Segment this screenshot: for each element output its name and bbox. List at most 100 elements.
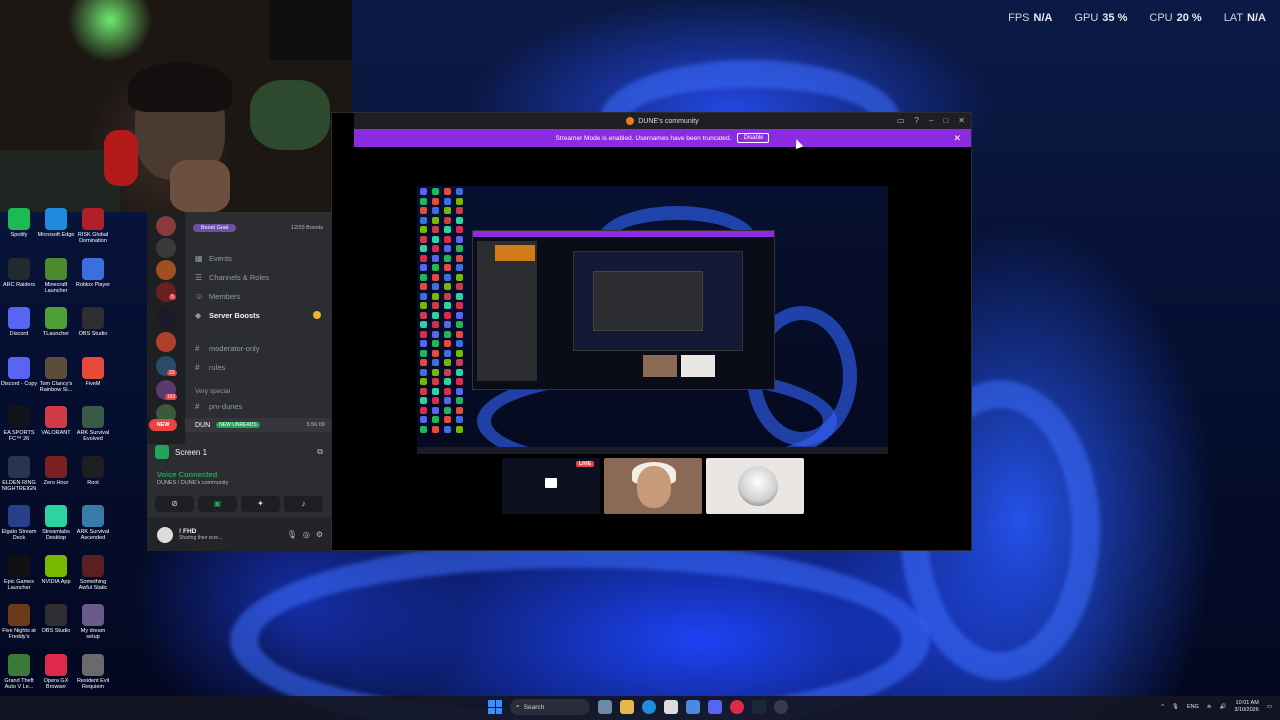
store-icon[interactable] (664, 700, 678, 714)
desktop-icon[interactable]: Epic Games Launcher (0, 554, 38, 592)
app-icon (45, 406, 67, 428)
desktop-icon[interactable]: VALORANT (37, 406, 75, 436)
desktop-icon[interactable]: FiveM (74, 356, 112, 387)
participant-tile[interactable] (604, 458, 702, 514)
start-button[interactable] (488, 700, 502, 714)
chevron-up-icon[interactable]: ^ (1161, 704, 1164, 710)
sidebar-item-server-boosts[interactable]: ◆ Server Boosts (195, 311, 260, 320)
microphone-icon[interactable]: 🎙 (287, 530, 297, 539)
participant-tile[interactable] (706, 458, 804, 514)
headphones-icon[interactable]: ◎ (303, 530, 310, 539)
clock[interactable]: 10:01 AM 3/10/2026 (1234, 700, 1258, 713)
desktop-icon[interactable]: TLauncher (37, 307, 75, 337)
stream-desktop-icon (444, 207, 451, 214)
disable-button[interactable]: Disable (737, 133, 770, 143)
server-icon[interactable] (156, 238, 176, 258)
desktop-icon[interactable]: NVIDIA App (37, 554, 75, 585)
stream-tile[interactable]: LIVE (502, 458, 600, 514)
server-icon[interactable] (156, 260, 176, 280)
screen-share-row[interactable]: Screen 1 ⧉ (155, 444, 323, 460)
desktop-icon[interactable]: Streamlabs Desktop (37, 505, 75, 542)
channel-rules[interactable]: # rules (195, 363, 225, 372)
app-icon (45, 257, 67, 280)
desktop-icon[interactable]: OBS Studio (74, 307, 112, 337)
sidebar-item-events[interactable]: ▦ Events (195, 254, 232, 263)
desktop-icon[interactable]: Roblox Player (74, 257, 112, 288)
desktop-icon[interactable]: Spotify (0, 208, 38, 238)
desktop-icon[interactable]: Tom Clancy's Rainbow Si... (37, 356, 75, 394)
stream-desktop-icon (432, 425, 439, 433)
window-titlebar[interactable]: DUNE's community ▭ ? – □ ✕ (354, 113, 971, 129)
file-explorer-icon[interactable] (620, 700, 634, 714)
desktop-icon[interactable]: Minecraft Launcher (37, 257, 75, 295)
screen-share-button[interactable]: ▣ (198, 496, 237, 512)
stream-desktop-icon (420, 197, 427, 205)
widgets-icon[interactable] (598, 700, 612, 714)
wifi-icon[interactable]: ≋ (1207, 704, 1212, 710)
desktop-icon[interactable]: RISK Global Domination (74, 208, 112, 245)
microphone-icon[interactable]: 🎙 (1172, 704, 1179, 710)
voice-location[interactable]: DUNES / DUNE's community (157, 480, 323, 486)
discord-icon[interactable] (708, 700, 722, 714)
server-icon[interactable] (156, 216, 176, 236)
volume-icon[interactable]: 🔊 (1219, 704, 1226, 710)
popout-icon[interactable]: ⧉ (317, 447, 323, 457)
app-icon (8, 208, 30, 230)
desktop-icon-label: ARK Survival Evolved (76, 430, 110, 443)
sidebar-item-channels-roles[interactable]: ☰ Channels & Roles (195, 273, 269, 282)
stream-desktop-icon (420, 349, 427, 357)
desktop-icon[interactable]: ELDEN RING NIGHTREIGN (0, 455, 38, 493)
desktop-icon[interactable]: My dream setup (74, 604, 112, 641)
search-input[interactable]: ⌕ Search (510, 699, 590, 715)
avatar[interactable] (157, 526, 173, 543)
desktop-icon-label: ELDEN RING NIGHTREIGN (1, 479, 37, 492)
desktop-icon[interactable]: Root (74, 455, 112, 486)
banner-close-icon[interactable]: ✕ (953, 133, 961, 144)
desktop-icon[interactable]: Discord (0, 307, 38, 337)
channel-prv-dunes[interactable]: # prv-dunes (195, 402, 242, 411)
close-icon[interactable]: ✕ (958, 116, 965, 125)
new-unreads-row[interactable]: DUN NEW UNREADS 5:56:09 (185, 418, 331, 432)
desktop-icon[interactable]: Discord - Copy (0, 356, 38, 387)
desktop-icon[interactable]: Opera GX Browser (37, 653, 75, 691)
server-icon[interactable] (156, 308, 176, 328)
camera-button[interactable]: ⊘ (155, 496, 194, 512)
steam-icon[interactable] (752, 700, 766, 714)
inbox-icon[interactable]: ▭ (897, 116, 905, 125)
soundboard-button[interactable]: ♪ (284, 496, 323, 512)
language-indicator[interactable]: ENG (1187, 704, 1199, 710)
desktop-icon[interactable]: Five Nights at Freddy's (0, 604, 38, 641)
minimize-icon[interactable]: – (929, 116, 933, 125)
desktop-icon[interactable]: Zero Hour (37, 455, 75, 486)
maximize-icon[interactable]: □ (943, 116, 948, 125)
desktop-icon[interactable]: ARK Survival Evolved (74, 406, 112, 443)
desktop-icon[interactable]: Microsoft Edge (37, 208, 75, 238)
desktop-icon[interactable]: OBS Studio (37, 604, 75, 634)
edge-icon[interactable] (642, 700, 656, 714)
desktop-icon[interactable]: ARK Survival Ascended (74, 505, 112, 542)
stream-desktop-icon (432, 188, 439, 195)
opera-gx-icon[interactable] (730, 700, 744, 714)
desktop-icon[interactable]: ARC Raiders (0, 257, 38, 288)
stream-desktop-icon (432, 359, 439, 366)
desktop-icon[interactable]: Grand Theft Auto V Le... (0, 653, 38, 691)
stream-video[interactable] (417, 186, 888, 454)
channel-moderator-only[interactable]: # moderator-only (195, 344, 259, 353)
desktop-icon[interactable]: EA SPORTS FC™ 26 (0, 406, 38, 443)
sidebar-item-members[interactable]: ☺ Members (195, 292, 240, 301)
gear-icon[interactable]: ⚙ (316, 530, 323, 539)
new-badge[interactable]: NEW (149, 419, 177, 431)
server-icon[interactable] (156, 332, 176, 352)
settings-icon[interactable] (774, 700, 788, 714)
category-very-special[interactable]: Very special (195, 388, 230, 395)
desktop-icon[interactable]: Elgato Stream Deck (0, 505, 38, 542)
desktop-icon[interactable]: Resident Evil Requiem (74, 653, 112, 691)
notifications-icon[interactable]: ▭ (1267, 704, 1272, 710)
help-icon[interactable]: ? (915, 116, 919, 125)
desktop-icon-label: Roblox Player (75, 281, 111, 288)
desktop-icon[interactable]: Something Awful Static (74, 554, 112, 592)
boost-goal-bar[interactable]: Boost Goal 12/33 Boosts (193, 222, 323, 234)
app-icon (82, 406, 104, 428)
app-icon[interactable] (686, 700, 700, 714)
activities-button[interactable]: ✦ (241, 496, 280, 512)
